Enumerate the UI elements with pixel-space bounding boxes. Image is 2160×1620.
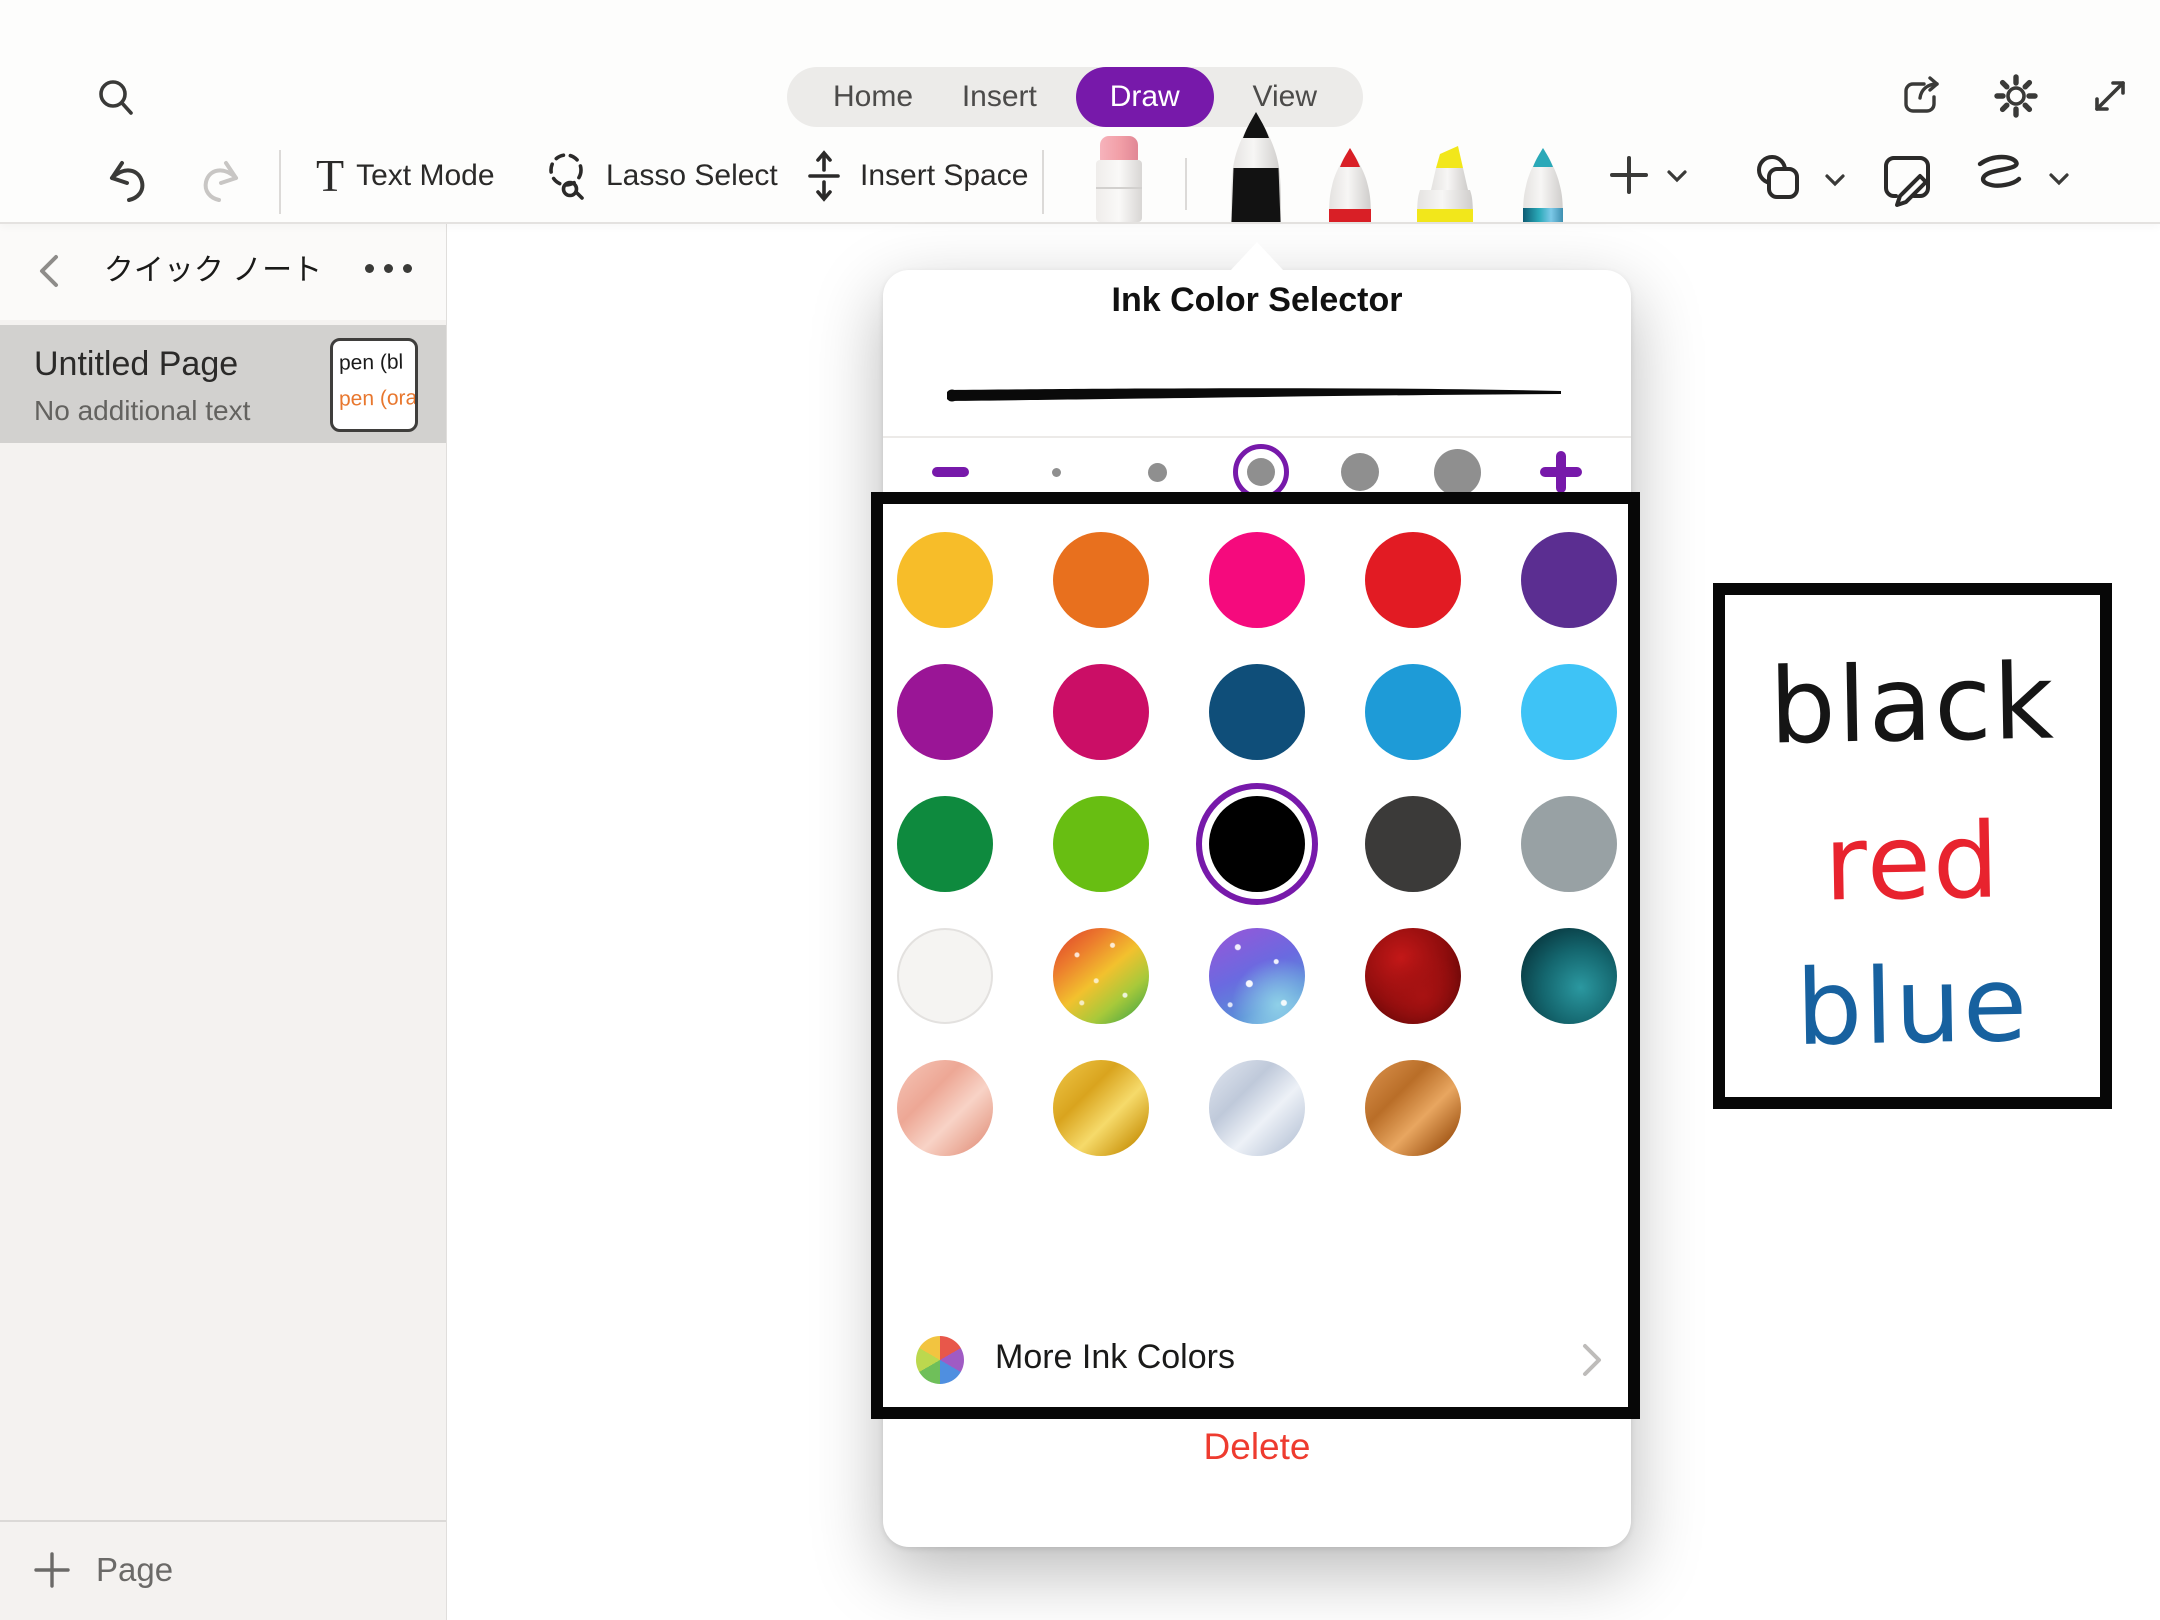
onenote-draw-screen: Home Insert Draw View [0,0,2160,1620]
color-swatch-yellow[interactable] [897,532,993,628]
color-swatch-ruby[interactable] [1365,928,1461,1024]
settings-gear-icon[interactable] [1992,72,2040,120]
add-page-label: Page [96,1548,173,1592]
color-wheel-icon [916,1336,964,1384]
page-list-item-selected[interactable]: Untitled Page No additional text pen (bl… [0,325,446,443]
delete-pen-button[interactable]: Delete [883,1426,1631,1468]
chevron-down-icon [1822,166,1848,192]
color-swatch-ocean[interactable] [1521,928,1617,1024]
insert-space-icon [800,148,848,204]
shapes-button[interactable] [1750,150,1848,208]
eraser-tool[interactable] [1086,130,1152,222]
pen-divider [1185,158,1187,210]
search-icon[interactable] [93,75,139,121]
redo-button[interactable] [196,156,246,206]
notebook-section-title: クイック ノート [70,222,356,320]
more-ink-colors-button[interactable]: More Ink Colors [883,1320,1631,1400]
sidebar-header: クイック ノート [0,222,446,320]
share-icon[interactable] [1898,72,1946,120]
draw-ribbon: T Text Mode Lasso Select Insert Space [0,130,2160,222]
color-swatch-purple[interactable] [1521,532,1617,628]
page-list-sidebar: クイック ノート Untitled Page No additional tex… [0,222,447,1620]
plus-icon [30,1548,74,1592]
expand-icon[interactable] [2086,72,2134,120]
tab-insert[interactable]: Insert [952,67,1047,127]
color-swatch-blue[interactable] [1365,664,1461,760]
handwritten-word-blue: blue [1712,942,2113,1071]
color-swatch-dark-gray[interactable] [1365,796,1461,892]
color-swatch-light-green[interactable] [1053,796,1149,892]
color-swatch-rose-gold[interactable] [897,1060,993,1156]
insert-space-label: Insert Space [860,159,1028,193]
color-swatch-pink[interactable] [1209,532,1305,628]
chevron-down-icon [1664,162,1690,188]
color-swatch-gray[interactable] [1521,796,1617,892]
chevron-down-icon [2046,165,2072,191]
color-swatch-green[interactable] [897,796,993,892]
color-swatch-white[interactable] [897,928,993,1024]
color-swatch-red[interactable] [1365,532,1461,628]
color-swatch-light-blue[interactable] [1521,664,1617,760]
yellow-highlighter-tool[interactable] [1412,142,1478,222]
page-subtitle: No additional text [34,395,250,427]
color-swatch-dark-blue[interactable] [1209,664,1305,760]
chevron-left-icon [30,249,70,293]
color-swatch-black[interactable] [1209,796,1305,892]
ink-annotate-button[interactable] [1880,150,1938,208]
red-pen-tool[interactable] [1320,146,1380,222]
page-thumbnail: pen (bl pen (ora [330,338,418,432]
ink-effects-button[interactable] [1972,152,2072,204]
handwriting-words: black red blue [1713,583,2112,1109]
more-ink-colors-label: More Ink Colors [995,1338,1235,1377]
color-swatch-galaxy[interactable] [1209,928,1305,1024]
color-swatch-rainbow-glitter[interactable] [1053,928,1149,1024]
handwritten-word-red: red [1712,798,2113,927]
text-mode-icon: T [316,148,344,204]
insert-space-button[interactable]: Insert Space [800,148,1028,204]
add-pen-button[interactable] [1606,152,1690,198]
lasso-select-label: Lasso Select [606,159,778,193]
back-button[interactable] [30,249,70,293]
ribbon-divider [1042,150,1044,214]
color-swatch-gold[interactable] [1053,1060,1149,1156]
page-title: Untitled Page [34,345,238,384]
color-swatch-bronze[interactable] [1365,1060,1461,1156]
shapes-icon [1750,150,1810,208]
text-mode-button[interactable]: T Text Mode [316,148,495,204]
top-bar: Home Insert Draw View [0,0,2160,224]
ink-color-selector-popup: Ink Color Selector More Ink Colors Delet… [883,270,1631,1547]
ink-effects-icon [1972,152,2034,204]
color-swatch-silver[interactable] [1209,1060,1305,1156]
chevron-right-icon [1575,1338,1607,1382]
text-mode-label: Text Mode [356,159,494,193]
thumbnail-ink-line: pen (bl [333,350,415,375]
ribbon-divider [279,150,281,214]
add-page-button[interactable]: Page [0,1520,446,1620]
lasso-icon [540,148,594,204]
plus-icon [1606,152,1652,198]
popup-arrow [1230,242,1284,271]
lasso-select-button[interactable]: Lasso Select [540,148,778,204]
color-swatch-violet[interactable] [897,664,993,760]
tab-home[interactable]: Home [823,67,923,127]
black-pen-tool[interactable] [1220,108,1292,222]
handwritten-word-black: black [1712,640,2113,769]
color-swatch-raspberry[interactable] [1053,664,1149,760]
tab-draw[interactable]: Draw [1076,67,1214,127]
sidebar-more-button[interactable] [365,264,412,273]
thumbnail-ink-line: pen (ora [333,386,415,411]
undo-button[interactable] [102,156,152,206]
color-swatch-orange[interactable] [1053,532,1149,628]
top-actions [1898,72,2134,120]
galaxy-pen-tool[interactable] [1514,146,1572,222]
ink-annotate-icon [1880,150,1938,208]
